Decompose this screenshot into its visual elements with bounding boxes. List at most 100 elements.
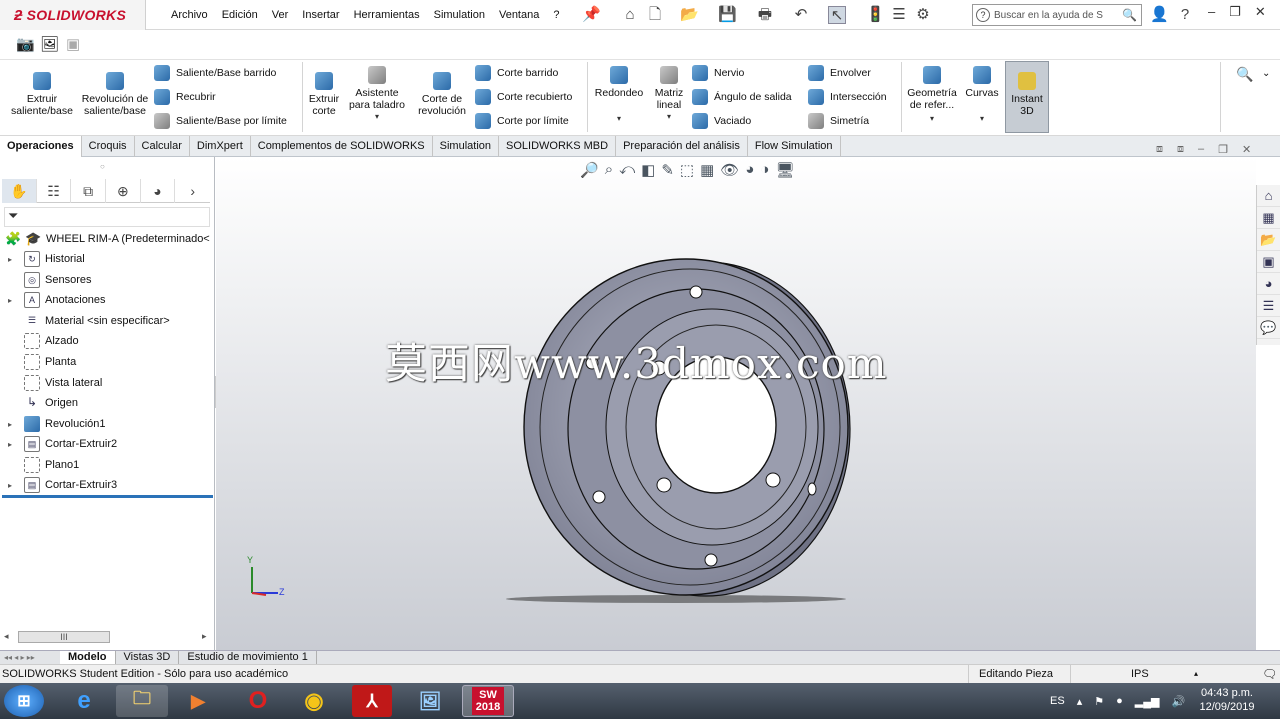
select-icon[interactable]: ↖: [828, 6, 846, 24]
swept-boss-button[interactable]: Saliente/Base barrido: [154, 65, 276, 81]
expand-icon[interactable]: ▸: [4, 296, 16, 305]
tree-item-material[interactable]: ☰ Material <sin especificar>: [0, 311, 214, 331]
camera-icon[interactable]: 📷: [16, 35, 35, 53]
feature-manager-tab-icon[interactable]: ✋: [2, 179, 37, 203]
menu-ventana[interactable]: Ventana: [492, 9, 546, 21]
save-icon[interactable]: 💾: [718, 6, 737, 24]
tab-modelo[interactable]: Modelo: [60, 651, 116, 664]
menu-ver[interactable]: Ver: [265, 9, 296, 21]
expand-icon[interactable]: ▸: [4, 440, 16, 449]
internet-explorer-icon[interactable]: e: [58, 685, 110, 717]
linear-pattern-button[interactable]: Matriz lineal ▾: [650, 66, 688, 123]
tab-vistas-3d[interactable]: Vistas 3D: [116, 651, 180, 664]
expand-icon[interactable]: ▸: [4, 420, 16, 429]
tree-item-origen[interactable]: ↳ Origen: [0, 393, 214, 413]
solidworks-logo[interactable]: ƻ SOLIDWORKS: [0, 0, 146, 30]
expand-icon[interactable]: ▸: [4, 481, 16, 490]
tree-item-vista-lateral[interactable]: Vista lateral: [0, 373, 214, 393]
configuration-manager-tab-icon[interactable]: ⧉: [71, 179, 107, 203]
dimxpert-manager-tab-icon[interactable]: ⊕: [106, 179, 141, 203]
dropdown-arrow-icon[interactable]: ▾: [962, 113, 1002, 125]
opera-icon[interactable]: O: [232, 685, 284, 717]
forum-icon[interactable]: 💬: [1257, 317, 1280, 339]
unit-system-selector[interactable]: IPS: [1070, 665, 1210, 683]
print-icon[interactable]: 🖶: [756, 6, 774, 24]
menu-insertar[interactable]: Insertar: [295, 9, 346, 21]
zoom-to-fit-icon[interactable]: 🔎: [580, 161, 599, 179]
property-manager-tab-icon[interactable]: ☷: [37, 179, 72, 203]
tree-item-alzado[interactable]: Alzado: [0, 331, 214, 351]
help-search-input[interactable]: ? Buscar en la ayuda de S 🔍: [972, 4, 1142, 26]
instant3d-toggle[interactable]: Instant 3D: [1005, 61, 1049, 133]
panel-horizontal-scrollbar[interactable]: ◂ III ▸: [4, 630, 211, 644]
chevron-down-icon[interactable]: ⌄: [1262, 68, 1270, 79]
lofted-cut-button[interactable]: Corte recubierto: [475, 89, 572, 105]
scroll-right-icon[interactable]: ▸: [202, 631, 207, 642]
rebuild-icon[interactable]: 🚦: [866, 6, 885, 24]
view-settings-icon[interactable]: 🖥: [775, 161, 794, 179]
zoom-to-area-icon[interactable]: ⌕: [605, 161, 613, 179]
graphics-area[interactable]: [216, 157, 1256, 650]
swept-cut-button[interactable]: Corte barrido: [475, 65, 558, 81]
network-warning-icon[interactable]: ⚑: [1094, 695, 1104, 708]
reference-geometry-button[interactable]: Geometría de refer... ▾: [904, 66, 960, 125]
custom-properties-icon[interactable]: ☰: [1257, 295, 1280, 317]
chevron-right-icon[interactable]: ›: [175, 179, 210, 203]
tab-simulation[interactable]: Simulation: [433, 136, 499, 157]
hole-wizard-button[interactable]: Asistente para taladro ▾: [346, 66, 408, 123]
media-player-icon[interactable]: ▶: [172, 685, 224, 717]
curves-button[interactable]: Curvas ▾: [962, 66, 1002, 125]
tab-croquis[interactable]: Croquis: [82, 136, 135, 157]
menu-help[interactable]: ?: [546, 9, 566, 21]
new-document-icon[interactable]: 🗋: [646, 6, 664, 24]
loft-button[interactable]: Recubrir: [154, 89, 216, 105]
shell-button[interactable]: Vaciado: [692, 113, 751, 129]
previous-view-icon[interactable]: ⤺: [619, 161, 635, 179]
menu-simulation[interactable]: Simulation: [427, 9, 492, 21]
view-orientation-icon[interactable]: ⬚: [680, 161, 694, 179]
draft-button[interactable]: Ángulo de salida: [692, 89, 792, 105]
search-icon[interactable]: 🔍: [1122, 8, 1137, 22]
home-icon[interactable]: ⌂: [621, 6, 639, 24]
section-view-icon[interactable]: ◧: [641, 161, 655, 179]
restore-icon[interactable]: ❐: [1218, 143, 1228, 156]
apply-scene-icon[interactable]: ◑: [760, 161, 769, 179]
dropdown-arrow-icon[interactable]: ▾: [650, 111, 688, 123]
restore-icon[interactable]: ❐: [1229, 4, 1241, 20]
signal-icon[interactable]: ▂▄▆: [1135, 695, 1160, 708]
edit-appearance-icon[interactable]: ◕: [745, 161, 754, 179]
intersect-button[interactable]: Intersección: [808, 89, 887, 105]
search-commands-icon[interactable]: 🔍: [1236, 66, 1253, 83]
taskbar-clock[interactable]: 04:43 p.m. 12/09/2019: [1192, 686, 1262, 714]
minimize-icon[interactable]: –: [1208, 4, 1215, 20]
chrome-icon[interactable]: ◉: [288, 685, 340, 717]
tab-calcular[interactable]: Calcular: [135, 136, 190, 157]
hide-show-items-icon[interactable]: 👁: [720, 161, 739, 179]
photos-icon[interactable]: 🖼: [404, 685, 456, 717]
filter-input[interactable]: ⏷: [4, 207, 210, 227]
tree-item-cortar-extruir2[interactable]: ▸ ▤ Cortar-Extruir2: [0, 434, 214, 454]
solidworks-resources-icon[interactable]: ⌂: [1257, 185, 1280, 207]
dropdown-arrow-icon[interactable]: ▾: [904, 113, 960, 125]
tab-mbd[interactable]: SOLIDWORKS MBD: [499, 136, 617, 157]
expand-icon[interactable]: ▸: [4, 255, 16, 264]
design-library-icon[interactable]: ▦: [1257, 207, 1280, 229]
tab-preparacion[interactable]: Preparación del análisis: [616, 136, 748, 157]
acrobat-icon[interactable]: ⅄: [352, 685, 392, 717]
boundary-boss-button[interactable]: Saliente/Base por límite: [154, 113, 287, 129]
file-properties-icon[interactable]: ☰: [890, 6, 908, 24]
file-explorer-icon[interactable]: 🗀: [116, 685, 168, 717]
extrude-cut-button[interactable]: Extruir corte: [305, 72, 343, 117]
file-explorer-icon[interactable]: 📂: [1257, 229, 1280, 251]
units-dropdown-icon[interactable]: ▴: [1194, 665, 1198, 683]
tab-dimxpert[interactable]: DimXpert: [190, 136, 251, 157]
tree-item-plano1[interactable]: Plano1: [0, 455, 214, 475]
panel-grip-icon[interactable]: ○: [100, 162, 105, 171]
tree-root[interactable]: 🧩 🎓 WHEEL RIM-A (Predeterminado<: [0, 229, 214, 249]
volume-icon[interactable]: 🔊: [1171, 695, 1185, 708]
tree-item-cortar-extruir3[interactable]: ▸ ▤ Cortar-Extruir3: [0, 475, 214, 495]
tree-item-revolucion1[interactable]: ▸ Revolución1: [0, 414, 214, 434]
extrude-boss-button[interactable]: Extruir saliente/base: [6, 72, 78, 117]
tab-flow-simulation[interactable]: Flow Simulation: [748, 136, 841, 157]
close-icon[interactable]: ✕: [1255, 4, 1266, 20]
